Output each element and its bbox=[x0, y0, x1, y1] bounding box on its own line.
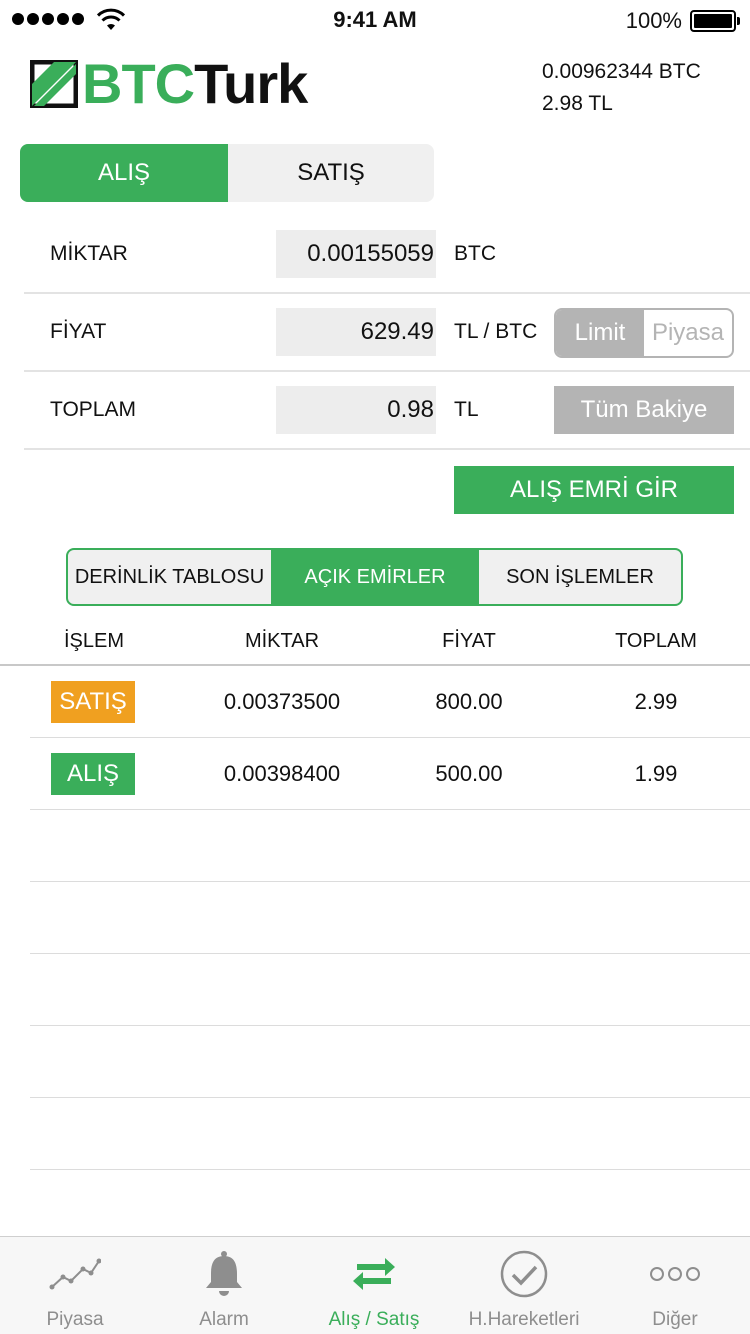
tab-bar-label: Alış / Satış bbox=[328, 1309, 420, 1330]
btcturk-logo: BTCTurk bbox=[30, 56, 308, 112]
trade-type-tabs: ALIŞ SATIŞ bbox=[20, 144, 434, 202]
bottom-tab-bar: Piyasa Alarm Alış / Satış H.Hareketleri … bbox=[0, 1236, 750, 1334]
checkmark-circle-icon bbox=[494, 1249, 554, 1299]
balance-btc: 0.00962344 BTC bbox=[542, 60, 701, 83]
price-label: FİYAT bbox=[50, 320, 107, 343]
amount-input[interactable]: 0.00155059 bbox=[276, 230, 436, 278]
order-type-limit[interactable]: Limit bbox=[556, 310, 644, 356]
order-total: 1.99 bbox=[634, 761, 678, 786]
all-balance-button[interactable]: Tüm Bakiye bbox=[554, 386, 734, 434]
total-label: TOPLAM bbox=[50, 398, 136, 421]
total-row: TOPLAM 0.98 TL Tüm Bakiye bbox=[24, 372, 750, 450]
status-bar: 9:41 AM 100% bbox=[0, 0, 750, 40]
more-dots-icon bbox=[645, 1249, 705, 1299]
chart-line-icon bbox=[45, 1249, 105, 1299]
amount-row: MİKTAR 0.00155059 BTC bbox=[24, 216, 750, 294]
order-type-market[interactable]: Piyasa bbox=[644, 310, 732, 356]
tab-last-trades[interactable]: SON İŞLEMLER bbox=[479, 550, 681, 604]
tab-bar-label: H.Hareketleri bbox=[468, 1309, 580, 1330]
empty-table-row bbox=[30, 882, 750, 954]
table-row[interactable]: SATIŞ 0.00373500 800.00 2.99 bbox=[30, 666, 750, 738]
price-input[interactable]: 629.49 bbox=[276, 308, 436, 356]
amount-unit: BTC bbox=[454, 242, 496, 265]
battery-percentage: 100% bbox=[625, 8, 682, 33]
tab-bar-transactions[interactable]: H.Hareketleri bbox=[449, 1237, 599, 1334]
tab-bar-label: Diğer bbox=[652, 1309, 698, 1330]
tab-bar-market[interactable]: Piyasa bbox=[0, 1237, 150, 1334]
tab-bar-more[interactable]: Diğer bbox=[600, 1237, 750, 1334]
tab-buy[interactable]: ALIŞ bbox=[20, 144, 228, 202]
total-unit: TL bbox=[454, 398, 479, 421]
column-header-amount: MİKTAR bbox=[244, 630, 320, 652]
empty-table-row bbox=[30, 810, 750, 882]
order-type-badge: SATIŞ bbox=[51, 681, 135, 723]
price-unit: TL / BTC bbox=[454, 320, 538, 343]
empty-table-row bbox=[30, 1026, 750, 1098]
bell-icon bbox=[194, 1249, 254, 1299]
column-header-type: İŞLEM bbox=[63, 630, 125, 652]
column-header-price: FİYAT bbox=[442, 630, 496, 652]
account-balances: 0.00962344 BTC 2.98 TL bbox=[542, 56, 701, 120]
order-amount: 0.00398400 bbox=[223, 761, 341, 786]
orders-tabs: DERİNLİK TABLOSU AÇIK EMİRLER SON İŞLEML… bbox=[66, 548, 683, 606]
tab-bar-buy-sell[interactable]: Alış / Satış bbox=[299, 1237, 449, 1334]
column-header-total: TOPLAM bbox=[615, 630, 697, 652]
battery-icon bbox=[690, 10, 740, 32]
order-amount: 0.00373500 bbox=[223, 689, 341, 714]
balance-tl: 2.98 TL bbox=[542, 92, 613, 115]
tab-depth-table[interactable]: DERİNLİK TABLOSU bbox=[68, 550, 273, 604]
amount-label: MİKTAR bbox=[50, 242, 128, 265]
empty-table-row bbox=[30, 1098, 750, 1170]
order-type-badge: ALIŞ bbox=[51, 753, 135, 795]
empty-table-row bbox=[30, 954, 750, 1026]
logo-text-turk: Turk bbox=[194, 52, 308, 115]
submit-buy-order-button[interactable]: ALIŞ EMRİ GİR bbox=[454, 466, 734, 514]
exchange-arrows-icon bbox=[344, 1249, 404, 1299]
order-price: 500.00 bbox=[435, 761, 503, 786]
tab-open-orders[interactable]: AÇIK EMİRLER bbox=[273, 550, 479, 604]
logo-mark-icon bbox=[30, 60, 78, 108]
orders-table-header: İŞLEM MİKTAR FİYAT TOPLAM bbox=[0, 618, 750, 666]
order-type-segment: Limit Piyasa bbox=[554, 308, 734, 358]
order-price: 800.00 bbox=[435, 689, 503, 714]
price-row: FİYAT 629.49 TL / BTC Limit Piyasa bbox=[24, 294, 750, 372]
order-total: 2.99 bbox=[634, 689, 678, 714]
tab-sell[interactable]: SATIŞ bbox=[228, 144, 434, 202]
tab-bar-alarm[interactable]: Alarm bbox=[149, 1237, 299, 1334]
total-input[interactable]: 0.98 bbox=[276, 386, 436, 434]
tab-bar-label: Piyasa bbox=[46, 1309, 104, 1330]
table-row[interactable]: ALIŞ 0.00398400 500.00 1.99 bbox=[30, 738, 750, 810]
logo-text-btc: BTC bbox=[82, 52, 195, 115]
tab-bar-label: Alarm bbox=[199, 1309, 249, 1330]
